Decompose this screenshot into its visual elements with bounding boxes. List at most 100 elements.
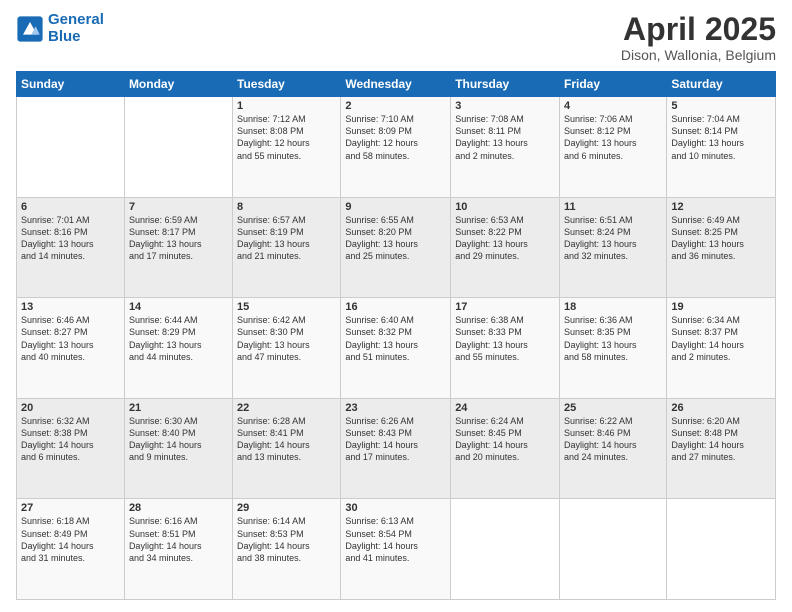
day-number: 3 [455, 100, 555, 112]
day-info: Sunrise: 6:30 AM Sunset: 8:40 PM Dayligh… [129, 415, 228, 464]
week-row-1: 1Sunrise: 7:12 AM Sunset: 8:08 PM Daylig… [17, 97, 776, 198]
day-info: Sunrise: 6:16 AM Sunset: 8:51 PM Dayligh… [129, 515, 228, 564]
day-info: Sunrise: 7:08 AM Sunset: 8:11 PM Dayligh… [455, 113, 555, 162]
logo-text: General Blue [48, 12, 104, 45]
calendar-cell: 14Sunrise: 6:44 AM Sunset: 8:29 PM Dayli… [124, 298, 232, 399]
header: General Blue April 2025 Dison, Wallonia,… [16, 12, 776, 63]
day-info: Sunrise: 6:24 AM Sunset: 8:45 PM Dayligh… [455, 415, 555, 464]
day-number: 8 [237, 201, 336, 213]
day-number: 4 [564, 100, 662, 112]
day-number: 5 [671, 100, 771, 112]
day-info: Sunrise: 6:36 AM Sunset: 8:35 PM Dayligh… [564, 314, 662, 363]
calendar-cell: 7Sunrise: 6:59 AM Sunset: 8:17 PM Daylig… [124, 197, 232, 298]
calendar-cell: 19Sunrise: 6:34 AM Sunset: 8:37 PM Dayli… [667, 298, 776, 399]
day-number: 30 [345, 502, 446, 514]
day-info: Sunrise: 6:13 AM Sunset: 8:54 PM Dayligh… [345, 515, 446, 564]
day-number: 24 [455, 402, 555, 414]
day-number: 20 [21, 402, 120, 414]
calendar-cell [124, 97, 232, 198]
calendar-table: SundayMondayTuesdayWednesdayThursdayFrid… [16, 71, 776, 600]
calendar-cell: 28Sunrise: 6:16 AM Sunset: 8:51 PM Dayli… [124, 499, 232, 600]
logo-icon [16, 15, 44, 43]
calendar-cell: 6Sunrise: 7:01 AM Sunset: 8:16 PM Daylig… [17, 197, 125, 298]
day-number: 2 [345, 100, 446, 112]
day-number: 21 [129, 402, 228, 414]
day-info: Sunrise: 6:42 AM Sunset: 8:30 PM Dayligh… [237, 314, 336, 363]
day-info: Sunrise: 6:40 AM Sunset: 8:32 PM Dayligh… [345, 314, 446, 363]
day-number: 10 [455, 201, 555, 213]
week-row-5: 27Sunrise: 6:18 AM Sunset: 8:49 PM Dayli… [17, 499, 776, 600]
calendar-cell: 13Sunrise: 6:46 AM Sunset: 8:27 PM Dayli… [17, 298, 125, 399]
day-number: 29 [237, 502, 336, 514]
week-row-3: 13Sunrise: 6:46 AM Sunset: 8:27 PM Dayli… [17, 298, 776, 399]
calendar-body: 1Sunrise: 7:12 AM Sunset: 8:08 PM Daylig… [17, 97, 776, 600]
day-number: 25 [564, 402, 662, 414]
weekday-header-sunday: Sunday [17, 72, 125, 97]
calendar-cell: 24Sunrise: 6:24 AM Sunset: 8:45 PM Dayli… [451, 398, 560, 499]
calendar-cell: 2Sunrise: 7:10 AM Sunset: 8:09 PM Daylig… [341, 97, 451, 198]
calendar-cell: 12Sunrise: 6:49 AM Sunset: 8:25 PM Dayli… [667, 197, 776, 298]
week-row-4: 20Sunrise: 6:32 AM Sunset: 8:38 PM Dayli… [17, 398, 776, 499]
day-number: 19 [671, 301, 771, 313]
day-number: 13 [21, 301, 120, 313]
day-number: 18 [564, 301, 662, 313]
day-info: Sunrise: 6:51 AM Sunset: 8:24 PM Dayligh… [564, 214, 662, 263]
day-info: Sunrise: 6:59 AM Sunset: 8:17 PM Dayligh… [129, 214, 228, 263]
day-number: 22 [237, 402, 336, 414]
calendar-cell: 11Sunrise: 6:51 AM Sunset: 8:24 PM Dayli… [560, 197, 667, 298]
calendar-cell: 3Sunrise: 7:08 AM Sunset: 8:11 PM Daylig… [451, 97, 560, 198]
day-info: Sunrise: 6:44 AM Sunset: 8:29 PM Dayligh… [129, 314, 228, 363]
calendar-cell: 26Sunrise: 6:20 AM Sunset: 8:48 PM Dayli… [667, 398, 776, 499]
week-row-2: 6Sunrise: 7:01 AM Sunset: 8:16 PM Daylig… [17, 197, 776, 298]
day-info: Sunrise: 6:26 AM Sunset: 8:43 PM Dayligh… [345, 415, 446, 464]
day-info: Sunrise: 6:32 AM Sunset: 8:38 PM Dayligh… [21, 415, 120, 464]
calendar-cell: 30Sunrise: 6:13 AM Sunset: 8:54 PM Dayli… [341, 499, 451, 600]
day-info: Sunrise: 6:34 AM Sunset: 8:37 PM Dayligh… [671, 314, 771, 363]
weekday-header-monday: Monday [124, 72, 232, 97]
calendar-cell: 20Sunrise: 6:32 AM Sunset: 8:38 PM Dayli… [17, 398, 125, 499]
calendar-cell: 9Sunrise: 6:55 AM Sunset: 8:20 PM Daylig… [341, 197, 451, 298]
weekday-header-wednesday: Wednesday [341, 72, 451, 97]
calendar-header: SundayMondayTuesdayWednesdayThursdayFrid… [17, 72, 776, 97]
day-number: 1 [237, 100, 336, 112]
day-info: Sunrise: 6:18 AM Sunset: 8:49 PM Dayligh… [21, 515, 120, 564]
day-info: Sunrise: 6:22 AM Sunset: 8:46 PM Dayligh… [564, 415, 662, 464]
day-number: 16 [345, 301, 446, 313]
logo-general: General [48, 11, 104, 28]
logo: General Blue [16, 12, 104, 45]
calendar-cell: 29Sunrise: 6:14 AM Sunset: 8:53 PM Dayli… [233, 499, 341, 600]
weekday-header-friday: Friday [560, 72, 667, 97]
day-info: Sunrise: 6:53 AM Sunset: 8:22 PM Dayligh… [455, 214, 555, 263]
day-info: Sunrise: 6:57 AM Sunset: 8:19 PM Dayligh… [237, 214, 336, 263]
calendar-cell: 5Sunrise: 7:04 AM Sunset: 8:14 PM Daylig… [667, 97, 776, 198]
day-number: 26 [671, 402, 771, 414]
day-info: Sunrise: 7:01 AM Sunset: 8:16 PM Dayligh… [21, 214, 120, 263]
calendar-cell [17, 97, 125, 198]
day-number: 27 [21, 502, 120, 514]
calendar-cell: 8Sunrise: 6:57 AM Sunset: 8:19 PM Daylig… [233, 197, 341, 298]
calendar-cell: 10Sunrise: 6:53 AM Sunset: 8:22 PM Dayli… [451, 197, 560, 298]
calendar-cell: 22Sunrise: 6:28 AM Sunset: 8:41 PM Dayli… [233, 398, 341, 499]
day-info: Sunrise: 6:28 AM Sunset: 8:41 PM Dayligh… [237, 415, 336, 464]
day-info: Sunrise: 6:46 AM Sunset: 8:27 PM Dayligh… [21, 314, 120, 363]
weekday-header-tuesday: Tuesday [233, 72, 341, 97]
day-number: 11 [564, 201, 662, 213]
day-info: Sunrise: 6:49 AM Sunset: 8:25 PM Dayligh… [671, 214, 771, 263]
logo-blue: Blue [48, 28, 81, 45]
day-info: Sunrise: 7:06 AM Sunset: 8:12 PM Dayligh… [564, 113, 662, 162]
calendar-cell: 17Sunrise: 6:38 AM Sunset: 8:33 PM Dayli… [451, 298, 560, 399]
calendar-cell: 27Sunrise: 6:18 AM Sunset: 8:49 PM Dayli… [17, 499, 125, 600]
day-info: Sunrise: 6:38 AM Sunset: 8:33 PM Dayligh… [455, 314, 555, 363]
calendar-cell [560, 499, 667, 600]
day-number: 9 [345, 201, 446, 213]
subtitle: Dison, Wallonia, Belgium [621, 47, 776, 63]
page: General Blue April 2025 Dison, Wallonia,… [0, 0, 792, 612]
calendar-cell: 16Sunrise: 6:40 AM Sunset: 8:32 PM Dayli… [341, 298, 451, 399]
weekday-row: SundayMondayTuesdayWednesdayThursdayFrid… [17, 72, 776, 97]
day-info: Sunrise: 6:14 AM Sunset: 8:53 PM Dayligh… [237, 515, 336, 564]
day-info: Sunrise: 6:20 AM Sunset: 8:48 PM Dayligh… [671, 415, 771, 464]
weekday-header-thursday: Thursday [451, 72, 560, 97]
main-title: April 2025 [621, 12, 776, 47]
day-number: 14 [129, 301, 228, 313]
weekday-header-saturday: Saturday [667, 72, 776, 97]
